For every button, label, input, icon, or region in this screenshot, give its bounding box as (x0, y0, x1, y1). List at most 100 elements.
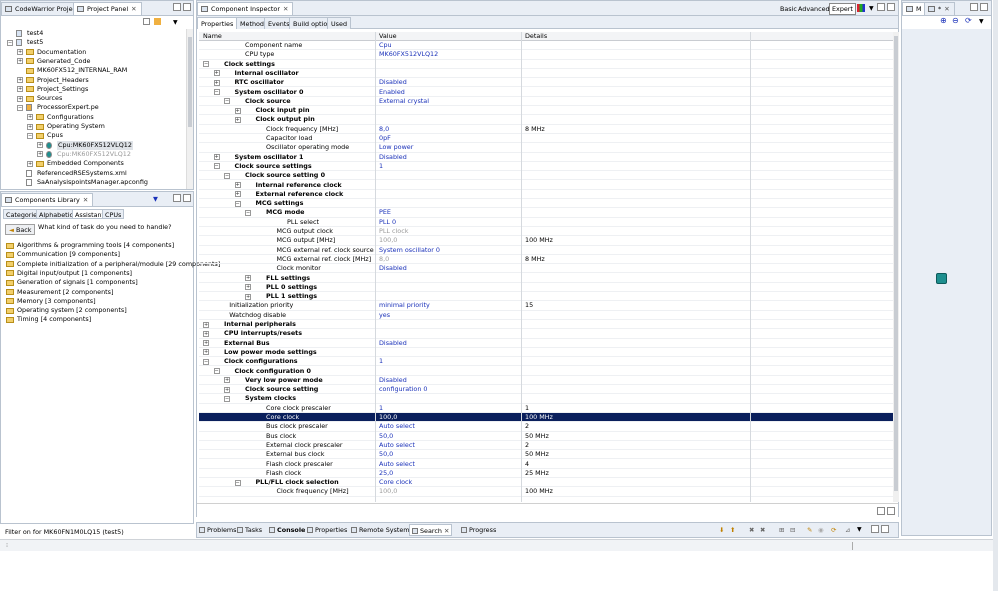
tree-item[interactable]: + Project_Headers (1, 76, 187, 85)
property-value[interactable]: System oscillator 0 (379, 246, 440, 255)
property-row[interactable]: Bus clock prescaler Auto select 2 (199, 422, 893, 432)
tab-properties[interactable]: Properties (197, 17, 238, 29)
property-row[interactable]: − PLL/FLL clock selection Core clock (199, 478, 893, 488)
property-value[interactable]: 25,0 (379, 469, 393, 478)
property-value[interactable]: Disabled (379, 339, 407, 348)
maximize-icon[interactable] (887, 507, 895, 515)
property-row[interactable]: + External Bus Disabled (199, 339, 893, 348)
maximize-icon[interactable] (980, 3, 988, 11)
collapse-icon[interactable]: − (224, 395, 230, 402)
tree-item[interactable]: + Configurations (1, 113, 187, 122)
collapse-icon[interactable]: − (213, 368, 220, 375)
library-tab-cpus[interactable]: CPUs (102, 209, 125, 219)
property-row[interactable]: MCG output [MHz] 100,0 100 MHz (199, 236, 893, 246)
property-row[interactable]: − Clock configuration 0 (199, 367, 893, 376)
property-row[interactable]: − Clock source settings 1 (199, 162, 893, 172)
property-row[interactable]: Bus clock 50,0 50 MHz (199, 432, 893, 441)
close-icon[interactable]: ✕ (944, 5, 949, 13)
property-row[interactable]: Oscillator operating mode Low power (199, 143, 893, 153)
col-value[interactable]: Value (379, 32, 397, 41)
arrow-down-icon[interactable]: ⬇ (719, 526, 724, 534)
tree-item[interactable]: + Documentation (1, 48, 187, 57)
property-row[interactable]: + Clock source setting configuration 0 (199, 385, 893, 395)
property-value[interactable]: 1 (379, 404, 383, 413)
property-row[interactable]: + PLL 1 settings (199, 292, 893, 302)
property-value[interactable]: Auto select (379, 460, 415, 469)
collapse-icon[interactable]: ⊟ (790, 526, 795, 534)
property-row[interactable]: − MCG settings (199, 199, 893, 209)
property-row[interactable]: MCG external ref. clock source System osc… (199, 246, 893, 255)
remove-all-icon[interactable]: ✖ (760, 526, 765, 534)
tree-item[interactable]: + Generated_Code (1, 57, 187, 66)
property-value[interactable]: MK60FX512VLQ12 (379, 50, 438, 59)
property-row[interactable]: Clock frequency [MHz] 8,0 8 MHz (199, 125, 893, 134)
tab-star[interactable]: * ✕ (924, 2, 955, 15)
col-name[interactable]: Name (203, 32, 222, 41)
maximize-icon[interactable] (887, 3, 895, 11)
expand-icon[interactable]: + (27, 160, 33, 167)
property-row[interactable]: + Very low power mode Disabled (199, 376, 893, 386)
pin-icon[interactable]: ⊿ (845, 526, 850, 534)
expand-icon[interactable]: + (203, 321, 209, 328)
property-row[interactable]: + Internal reference clock (199, 181, 893, 190)
property-value[interactable]: PLL 0 (379, 218, 396, 227)
tab-console[interactable]: Console (267, 524, 307, 536)
library-category[interactable]: Measurement [2 components] (1, 288, 191, 297)
tab-problems[interactable]: Problems (197, 524, 238, 536)
property-value[interactable]: PEE (379, 208, 391, 217)
property-row[interactable]: Core clock 100,0 100 MHz (199, 413, 893, 423)
property-value[interactable]: Cpu (379, 41, 392, 50)
expand-icon[interactable]: + (224, 377, 230, 384)
property-row[interactable]: − Clock configurations 1 (199, 357, 893, 367)
property-row[interactable]: Watchdog disable yes (199, 311, 893, 320)
library-category[interactable]: Algorithms & programming tools [4 compon… (1, 241, 191, 250)
property-value[interactable]: 50,0 (379, 450, 393, 459)
expand-icon[interactable]: + (37, 142, 43, 149)
library-category[interactable]: Timing [4 components] (1, 315, 191, 324)
col-details[interactable]: Details (525, 32, 547, 41)
mode-advanced[interactable]: Advanced (798, 5, 830, 13)
back-button[interactable]: ◄ Back (5, 224, 36, 235)
chart-icon[interactable] (857, 4, 865, 12)
collapse-icon[interactable]: − (17, 104, 23, 111)
collapse-icon[interactable]: − (203, 61, 209, 68)
expand-icon[interactable]: + (203, 330, 209, 337)
expand-icon[interactable]: + (234, 107, 241, 114)
property-row[interactable]: External clock prescaler Auto select 2 (199, 441, 893, 451)
search-history-icon[interactable]: ⟳ (831, 526, 836, 534)
tree-item[interactable]: + Project_Settings (1, 85, 187, 94)
tab-tasks[interactable]: Tasks (235, 524, 264, 536)
collapse-icon[interactable]: − (234, 200, 241, 207)
tab-components-library[interactable]: Components Library ✕ (1, 193, 94, 206)
collapse-icon[interactable]: − (245, 209, 251, 216)
link-editor-icon[interactable] (154, 18, 161, 25)
expand-icon[interactable]: + (27, 114, 33, 121)
property-value[interactable]: External crystal (379, 97, 429, 106)
minimize-icon[interactable] (871, 525, 879, 533)
expand-icon[interactable]: ⊞ (779, 526, 784, 534)
property-row[interactable]: + FLL settings (199, 274, 893, 283)
close-icon[interactable]: ✕ (283, 5, 288, 13)
expand-icon[interactable]: + (37, 151, 43, 158)
property-row[interactable]: + Internal oscillator (199, 69, 893, 79)
refresh-icon[interactable]: ⟳ (965, 16, 972, 25)
property-row[interactable]: − Clock source External crystal (199, 97, 893, 107)
tree-item[interactable]: test4 (1, 29, 187, 38)
minimize-icon[interactable] (877, 507, 885, 515)
expand-icon[interactable]: + (234, 116, 241, 123)
tab-search[interactable]: Search ✕ (409, 524, 453, 536)
remove-icon[interactable]: ✖ (749, 526, 754, 534)
property-value[interactable]: 0pF (379, 134, 391, 143)
close-icon[interactable]: ✕ (83, 196, 88, 204)
close-icon[interactable]: ✕ (131, 5, 136, 13)
property-row[interactable]: Flash clock prescaler Auto select 4 (199, 460, 893, 469)
tree-item[interactable]: − test5 (1, 38, 187, 47)
tab-properties[interactable]: Properties (305, 524, 349, 536)
property-row[interactable]: MCG output clock PLL clock (199, 227, 893, 237)
property-value[interactable]: Auto select (379, 441, 415, 450)
expand-icon[interactable]: + (27, 123, 33, 130)
tree-item[interactable]: ReferencedRSESystems.xml (1, 169, 187, 178)
collapse-icon[interactable]: − (203, 358, 209, 365)
maximize-icon[interactable] (881, 525, 889, 533)
property-row[interactable]: External bus clock 50,0 50 MHz (199, 450, 893, 460)
